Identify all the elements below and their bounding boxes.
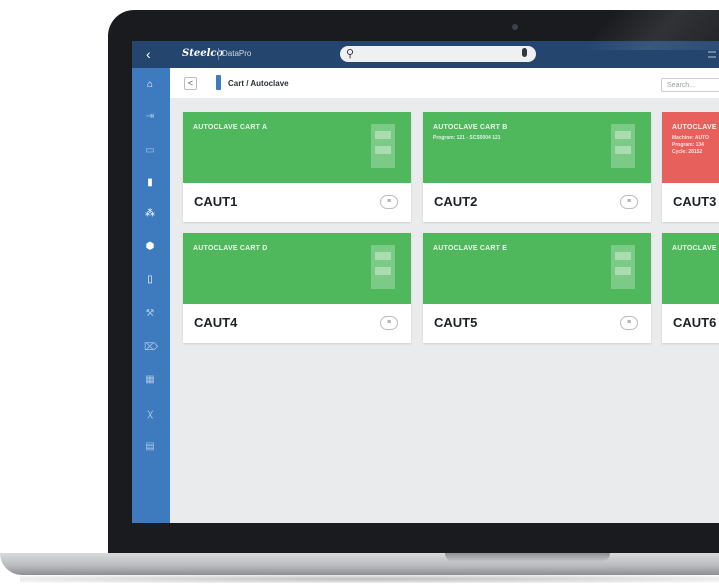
card-status-panel: AUTOCLAVE CART A — [183, 112, 411, 183]
cart-image-icon — [611, 245, 635, 289]
home-icon[interactable]: ⌂ — [144, 80, 156, 90]
cart-icon[interactable]: ▮ — [144, 178, 156, 188]
cart-image-icon — [611, 124, 635, 168]
card-program: Program: 134 — [672, 142, 704, 148]
laptop-notch — [445, 553, 610, 562]
card-code: CAUT1 — [194, 194, 238, 209]
folder-icon[interactable]: ▭ — [144, 146, 156, 156]
card-status-panel: AUTOCLAVE CART E — [423, 233, 651, 304]
cart-card[interactable]: AUTOCLAVE CAUT6 — [662, 233, 719, 343]
card-status-panel: AUTOCLAVE CART B Program: 121 - SCS0004 … — [423, 112, 651, 183]
package-icon[interactable]: ⬢ — [144, 242, 156, 252]
app-screen: ‹ Steelco DataPro ⚲ ⌂ ⇥ ▭ ▮ ⁂ ⬢ ▯ ⚒ ⌦ ▦ … — [132, 41, 719, 523]
calendar-icon[interactable]: ▦ — [144, 375, 156, 385]
card-title: AUTOCLAVE CART D — [193, 245, 268, 252]
card-title: AUTOCLAVE CART A — [193, 124, 268, 131]
sidebar: ⌂ ⇥ ▭ ▮ ⁂ ⬢ ▯ ⚒ ⌦ ▦ ꭓ ▤ — [132, 68, 170, 523]
card-code: CAUT3 — [673, 194, 717, 209]
card-code: CAUT6 — [673, 315, 717, 330]
users-icon[interactable]: ꭓ — [144, 409, 156, 419]
back-button[interactable]: < — [184, 77, 197, 90]
card-status-panel: AUTOCLAVE — [662, 233, 719, 304]
card-program: Program: 121 - SCS0004 121 — [433, 135, 501, 141]
global-search-bar[interactable]: ⚲ — [340, 46, 536, 62]
list-icon[interactable]: ≡ — [620, 316, 638, 330]
list-icon[interactable]: ≡ — [620, 195, 638, 209]
card-machine: Machine: AUTO — [672, 135, 709, 141]
card-title: AUTOCLAVE CART E — [433, 245, 508, 252]
tag-icon[interactable]: ⌦ — [144, 343, 158, 353]
cart-image-icon — [371, 124, 395, 168]
document-icon[interactable]: ▯ — [144, 275, 156, 285]
card-status-panel: AUTOCLAVE CART D — [183, 233, 411, 304]
cart-image-icon — [371, 245, 395, 289]
drops-icon[interactable]: ⁂ — [144, 209, 156, 219]
breadcrumb: Cart / Autoclave — [228, 79, 289, 88]
tools-icon[interactable]: ⚒ — [144, 309, 156, 319]
card-status-panel: AUTOCLAVE Machine: AUTO Program: 134 Cyc… — [662, 112, 719, 183]
card-code: CAUT5 — [434, 315, 478, 330]
brand-logo: Steelco — [182, 48, 224, 59]
webcam-icon — [512, 24, 518, 30]
laptop-shadow — [20, 575, 719, 583]
brand-divider — [218, 48, 219, 60]
page-header: < Cart / Autoclave Search... — [170, 68, 719, 98]
card-title: AUTOCLAVE CART B — [433, 124, 508, 131]
card-code: CAUT2 — [434, 194, 478, 209]
cart-card[interactable]: AUTOCLAVE CART B Program: 121 - SCS0004 … — [423, 112, 651, 222]
login-icon[interactable]: ⇥ — [144, 112, 156, 122]
list-icon[interactable]: ≡ — [380, 316, 398, 330]
microphone-icon[interactable] — [522, 48, 527, 57]
card-title: AUTOCLAVE — [672, 124, 717, 131]
report-icon[interactable]: ▤ — [144, 442, 156, 452]
back-icon[interactable]: ‹ — [146, 47, 160, 61]
cart-card[interactable]: AUTOCLAVE CART E CAUT5 ≡ — [423, 233, 651, 343]
cart-card[interactable]: AUTOCLAVE CART A CAUT1 ≡ — [183, 112, 411, 222]
list-icon[interactable]: ≡ — [380, 195, 398, 209]
cart-card[interactable]: AUTOCLAVE CART D CAUT4 ≡ — [183, 233, 411, 343]
search-icon[interactable]: ⚲ — [346, 47, 354, 60]
card-code: CAUT4 — [194, 315, 238, 330]
laptop-base — [0, 553, 719, 575]
search-input[interactable]: Search... — [661, 78, 719, 92]
card-cycle: Cycle: 28152 — [672, 149, 703, 155]
cart-icon — [216, 75, 221, 90]
menu-icon[interactable] — [708, 51, 716, 58]
cart-card[interactable]: AUTOCLAVE Machine: AUTO Program: 134 Cyc… — [662, 112, 719, 222]
card-title: AUTOCLAVE — [672, 245, 717, 252]
product-name: DataPro — [222, 49, 252, 58]
